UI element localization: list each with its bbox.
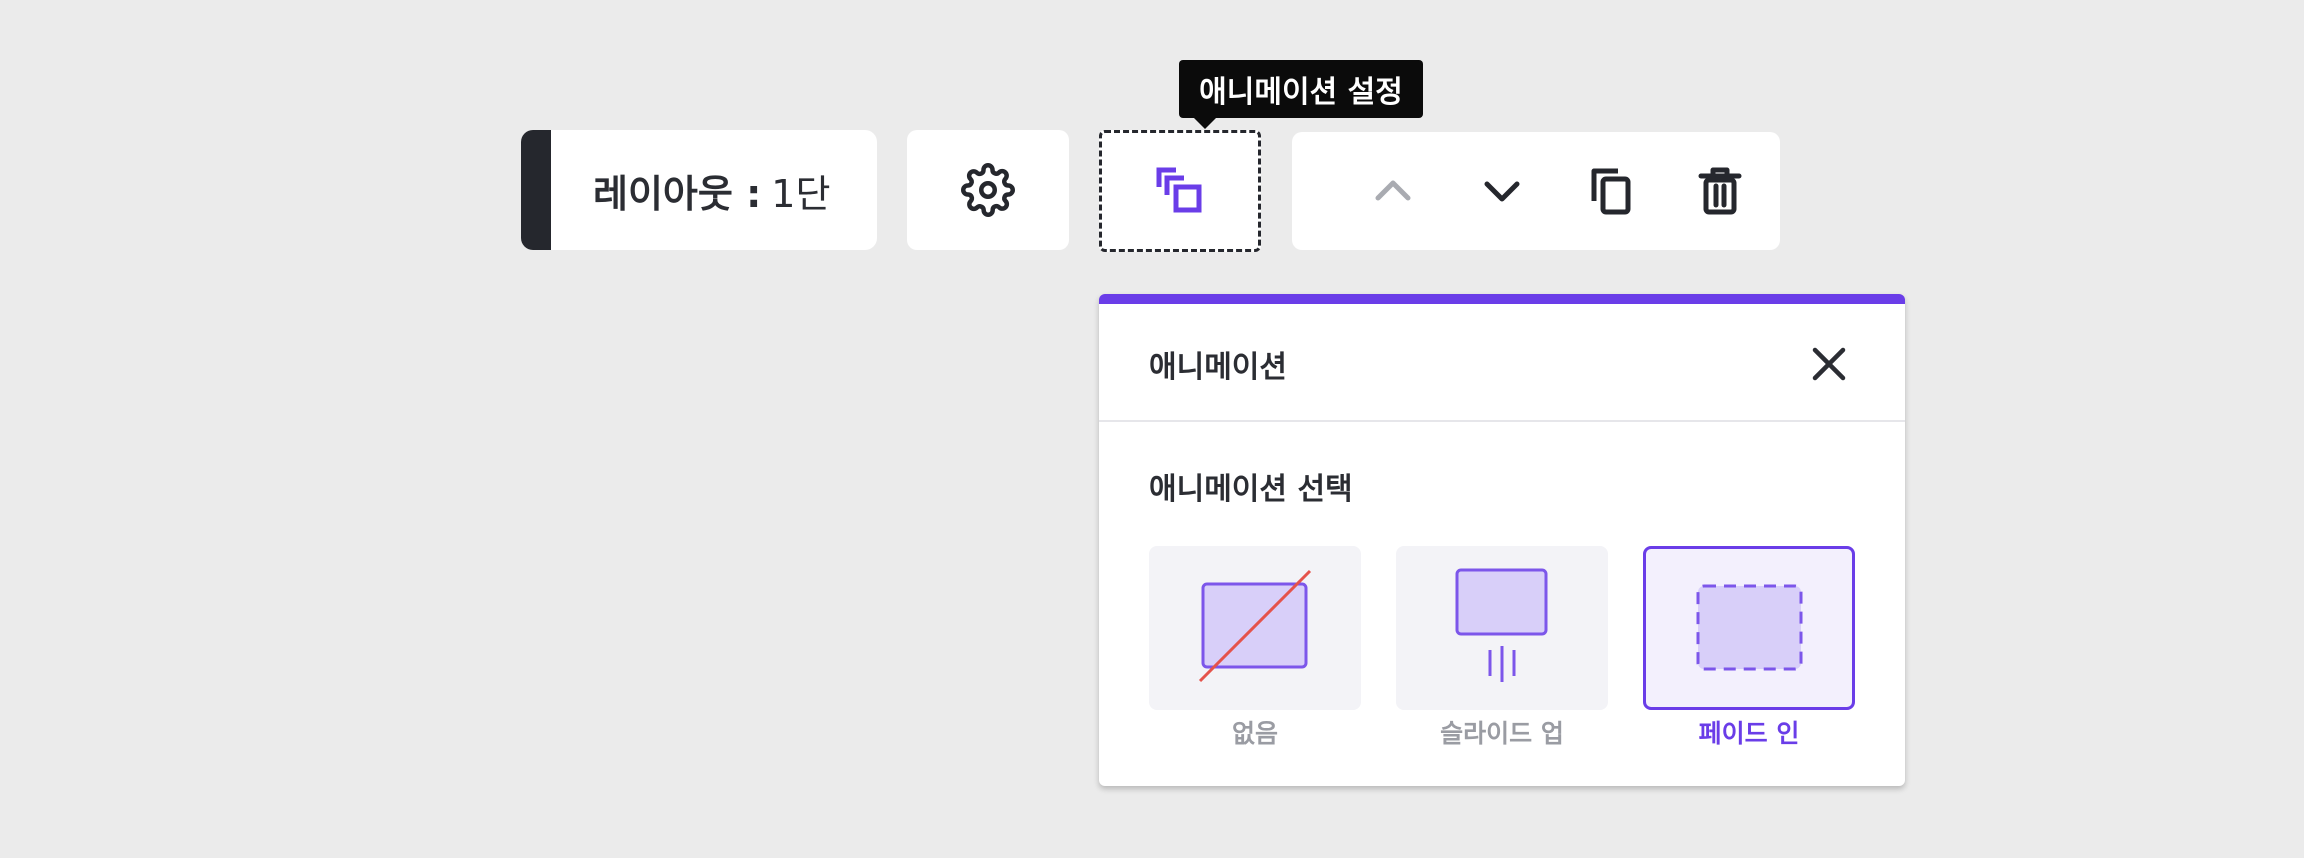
trash-icon <box>1698 167 1742 215</box>
settings-button[interactable] <box>907 130 1069 250</box>
block-actions-group <box>1292 132 1780 250</box>
chevron-down-icon <box>1484 181 1520 202</box>
animation-option-none-label: 없음 <box>1231 719 1278 748</box>
move-up-button[interactable] <box>1338 132 1448 250</box>
chevron-up-icon <box>1375 180 1411 201</box>
copy-icon <box>1591 168 1631 215</box>
animation-option-slide-up-label: 슬라이드 업 <box>1440 719 1564 748</box>
tooltip: 애니메이션 설정 <box>1179 60 1423 129</box>
panel-header: 애니메이션 <box>1099 304 1905 422</box>
close-button[interactable] <box>1805 340 1853 388</box>
close-icon <box>1812 347 1846 381</box>
section-title: 애니메이션 선택 <box>1149 472 1353 507</box>
animation-settings-button[interactable] <box>1099 130 1261 252</box>
layout-info: 레이아웃 : 1단 <box>593 130 830 250</box>
duplicate-button[interactable] <box>1556 132 1666 250</box>
slide-up-icon <box>1455 568 1548 682</box>
layout-block[interactable]: 레이아웃 : 1단 <box>521 130 877 250</box>
gear-icon <box>961 163 1015 217</box>
animation-option-fade-in[interactable] <box>1643 546 1855 710</box>
move-down-button[interactable] <box>1447 132 1557 250</box>
animation-panel: 애니메이션 애니메이션 선택 없음 슬라이드 업 페이드 인 <box>1099 294 1905 786</box>
layout-value: 1단 <box>771 171 831 216</box>
animation-option-slide-up[interactable] <box>1396 546 1608 710</box>
animation-layers-icon <box>1156 167 1202 213</box>
panel-title: 애니메이션 <box>1149 350 1287 385</box>
layout-drag-handle[interactable] <box>521 130 551 250</box>
fade-in-icon <box>1696 584 1803 671</box>
tooltip-text: 애니메이션 설정 <box>1199 75 1403 110</box>
animation-option-fade-in-label: 페이드 인 <box>1698 719 1800 748</box>
layout-label: 레이아웃 : <box>593 171 762 216</box>
animation-option-none[interactable] <box>1149 546 1361 710</box>
tooltip-arrow <box>1194 118 1216 129</box>
delete-button[interactable] <box>1665 132 1775 250</box>
none-icon <box>1198 569 1312 683</box>
